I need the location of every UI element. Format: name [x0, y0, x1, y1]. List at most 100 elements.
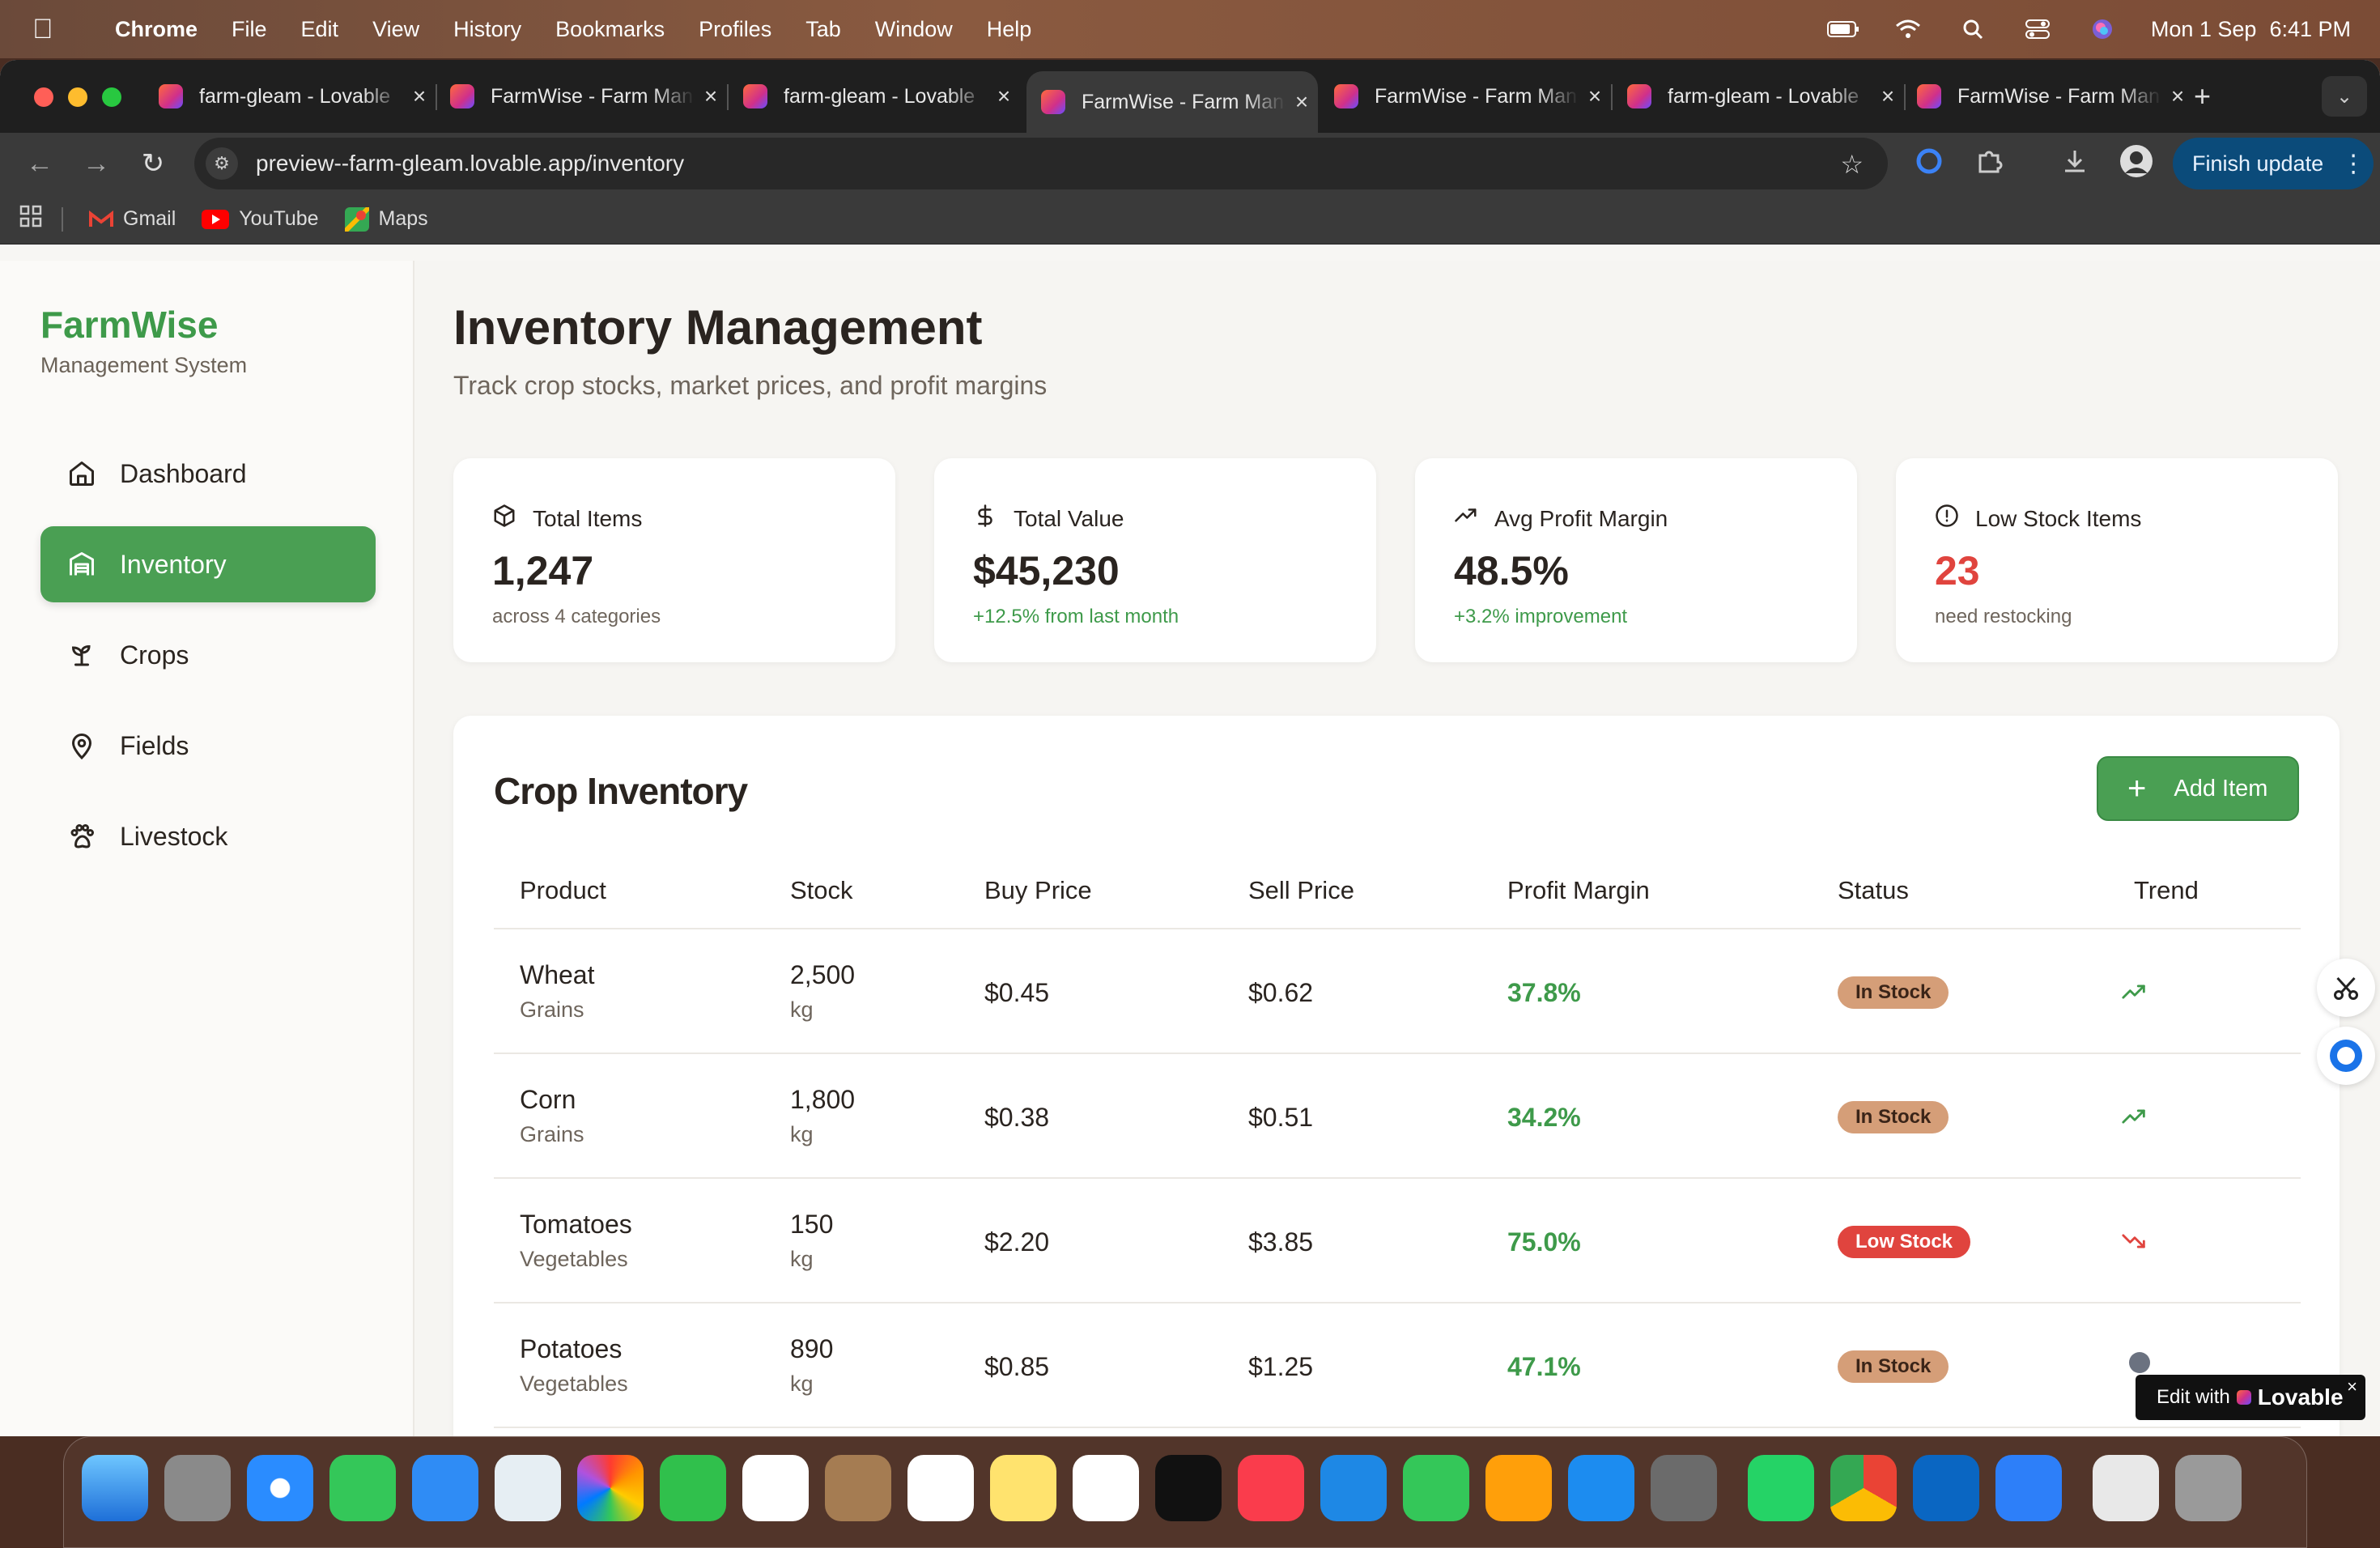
notes-icon[interactable]: [990, 1455, 1056, 1521]
column-header-status[interactable]: Status: [1838, 876, 1909, 905]
bookmark-gmail[interactable]: Gmail: [89, 207, 176, 231]
close-tab-icon[interactable]: ×: [403, 83, 436, 109]
bookmark-star-icon[interactable]: ☆: [1840, 149, 1864, 180]
contacts-icon[interactable]: [825, 1455, 891, 1521]
bookmark-youtube[interactable]: YouTube: [202, 207, 319, 231]
browser-tab[interactable]: farm-gleam - Lovable ×: [144, 71, 437, 121]
spotlight-search-icon[interactable]: [1957, 18, 1989, 40]
back-arrow-icon[interactable]: ←: [23, 148, 57, 180]
close-tab-icon[interactable]: ×: [2161, 83, 2194, 109]
column-header-stock[interactable]: Stock: [790, 876, 853, 905]
scissors-tool-icon[interactable]: [2317, 959, 2375, 1017]
table-row[interactable]: Corn Grains 1,800 kg $0.38 $0.51 34.2% I…: [494, 1054, 2301, 1179]
assistant-chat-icon[interactable]: [2317, 1027, 2375, 1085]
apps-grid-icon[interactable]: [19, 205, 42, 233]
sidebar-item-livestock[interactable]: Livestock: [40, 798, 376, 874]
column-header-sell-price[interactable]: Sell Price: [1248, 876, 1354, 905]
forward-arrow-icon[interactable]: →: [79, 148, 113, 180]
menu-app-name[interactable]: Chrome: [115, 17, 198, 42]
browser-tab[interactable]: farm-gleam - Lovable ×: [729, 71, 1020, 121]
browser-tab[interactable]: FarmWise - Farm Management×: [1320, 71, 1613, 121]
apple-tv-icon[interactable]: [1155, 1455, 1222, 1521]
launchpad-icon[interactable]: [164, 1455, 231, 1521]
table-row[interactable]: Tomatoes Vegetables 150 kg $2.20 $3.85 7…: [494, 1179, 2301, 1303]
wifi-icon[interactable]: [1892, 18, 1924, 40]
music-icon[interactable]: [1238, 1455, 1304, 1521]
tab-search-chevron-icon[interactable]: ⌄: [2322, 76, 2367, 117]
close-tab-icon[interactable]: ×: [695, 83, 727, 109]
finder-icon[interactable]: [82, 1455, 148, 1521]
close-tab-icon[interactable]: ×: [1286, 89, 1318, 115]
column-header-profit-margin[interactable]: Profit Margin: [1507, 876, 1650, 905]
reload-icon[interactable]: ↻: [136, 147, 170, 180]
menu-window[interactable]: Window: [875, 17, 953, 42]
app-store-icon[interactable]: [1568, 1455, 1634, 1521]
table-row[interactable]: Wheat Grains 2,500 kg $0.45 $0.62 37.8% …: [494, 929, 2301, 1054]
reminders-icon[interactable]: [907, 1455, 974, 1521]
menu-bookmarks[interactable]: Bookmarks: [555, 17, 665, 42]
menu-file[interactable]: File: [232, 17, 267, 42]
extension-circle-icon[interactable]: [1915, 147, 1943, 181]
messages-icon[interactable]: [329, 1455, 396, 1521]
numbers-icon[interactable]: [1403, 1455, 1469, 1521]
close-window-button[interactable]: [34, 87, 53, 107]
facetime-icon[interactable]: [660, 1455, 726, 1521]
recent-document-icon[interactable]: [2093, 1455, 2159, 1521]
menu-tab[interactable]: Tab: [805, 17, 841, 42]
menu-help[interactable]: Help: [987, 17, 1032, 42]
new-tab-icon[interactable]: +: [2194, 79, 2211, 113]
table-row[interactable]: Potatoes Vegetables 890 kg $0.85 $1.25 4…: [494, 1303, 2301, 1428]
menu-history[interactable]: History: [453, 17, 521, 42]
add-item-button[interactable]: + Add Item: [2097, 756, 2299, 821]
pages-icon[interactable]: [1485, 1455, 1552, 1521]
menu-view[interactable]: View: [372, 17, 419, 42]
calendar-icon[interactable]: [742, 1455, 809, 1521]
menubar-date[interactable]: Mon 1 Sep: [2151, 17, 2257, 42]
url-text[interactable]: preview--farm-gleam.lovable.app/inventor…: [256, 151, 684, 176]
chrome-icon[interactable]: [1830, 1455, 1897, 1521]
browser-tab[interactable]: FarmWise - Farm Management×: [436, 71, 729, 121]
system-settings-icon[interactable]: [1651, 1455, 1717, 1521]
whatsapp-icon[interactable]: [1748, 1455, 1814, 1521]
finish-update-button[interactable]: Finish update ⋮: [2173, 138, 2374, 189]
close-tab-icon[interactable]: ×: [1579, 83, 1611, 109]
sidebar-item-dashboard[interactable]: Dashboard: [40, 436, 376, 512]
keynote-icon[interactable]: [1320, 1455, 1387, 1521]
profile-avatar[interactable]: [2119, 144, 2153, 185]
column-header-product[interactable]: Product: [520, 876, 606, 905]
control-center-icon[interactable]: [2021, 18, 2054, 40]
siri-icon[interactable]: [2086, 18, 2119, 40]
photos-icon[interactable]: [577, 1455, 644, 1521]
battery-icon[interactable]: [1826, 18, 1859, 40]
bookmark-maps[interactable]: Maps: [344, 206, 428, 232]
close-badge-icon[interactable]: ×: [2347, 1376, 2357, 1397]
column-header-trend[interactable]: Trend: [2134, 876, 2199, 905]
column-header-buy-price[interactable]: Buy Price: [984, 876, 1092, 905]
xcode-instruments-icon[interactable]: [1995, 1455, 2062, 1521]
edit-with-lovable-badge[interactable]: Edit with Lovable ×: [2136, 1375, 2365, 1420]
more-vertical-icon[interactable]: ⋮: [2341, 150, 2365, 178]
apple-menu-icon[interactable]: : [32, 14, 60, 45]
sidebar-item-crops[interactable]: Crops: [40, 617, 376, 693]
menubar-time[interactable]: 6:41 PM: [2269, 17, 2351, 42]
freeform-icon[interactable]: [1073, 1455, 1139, 1521]
minimize-window-button[interactable]: [68, 87, 87, 107]
safari-icon[interactable]: [247, 1455, 313, 1521]
sidebar-item-inventory[interactable]: Inventory: [40, 526, 376, 602]
zoom-window-button[interactable]: [102, 87, 121, 107]
browser-tab[interactable]: farm-gleam - Lovable ×: [1613, 71, 1906, 121]
menu-edit[interactable]: Edit: [301, 17, 339, 42]
sidebar-item-fields[interactable]: Fields: [40, 708, 376, 784]
menu-profiles[interactable]: Profiles: [699, 17, 771, 42]
browser-tab[interactable]: FarmWise - Farm Management×: [1902, 71, 2194, 121]
close-tab-icon[interactable]: ×: [1872, 83, 1904, 109]
close-tab-icon[interactable]: ×: [988, 83, 1020, 109]
downloads-icon[interactable]: [2061, 147, 2089, 181]
browser-tab-active[interactable]: FarmWise - Farm Management×: [1026, 71, 1318, 133]
extensions-puzzle-icon[interactable]: [1975, 147, 2003, 181]
maps-app-icon[interactable]: [495, 1455, 561, 1521]
site-info-icon[interactable]: ⚙: [206, 147, 238, 180]
vscode-icon[interactable]: [1913, 1455, 1979, 1521]
mail-icon[interactable]: [412, 1455, 478, 1521]
trash-icon[interactable]: [2175, 1455, 2242, 1521]
